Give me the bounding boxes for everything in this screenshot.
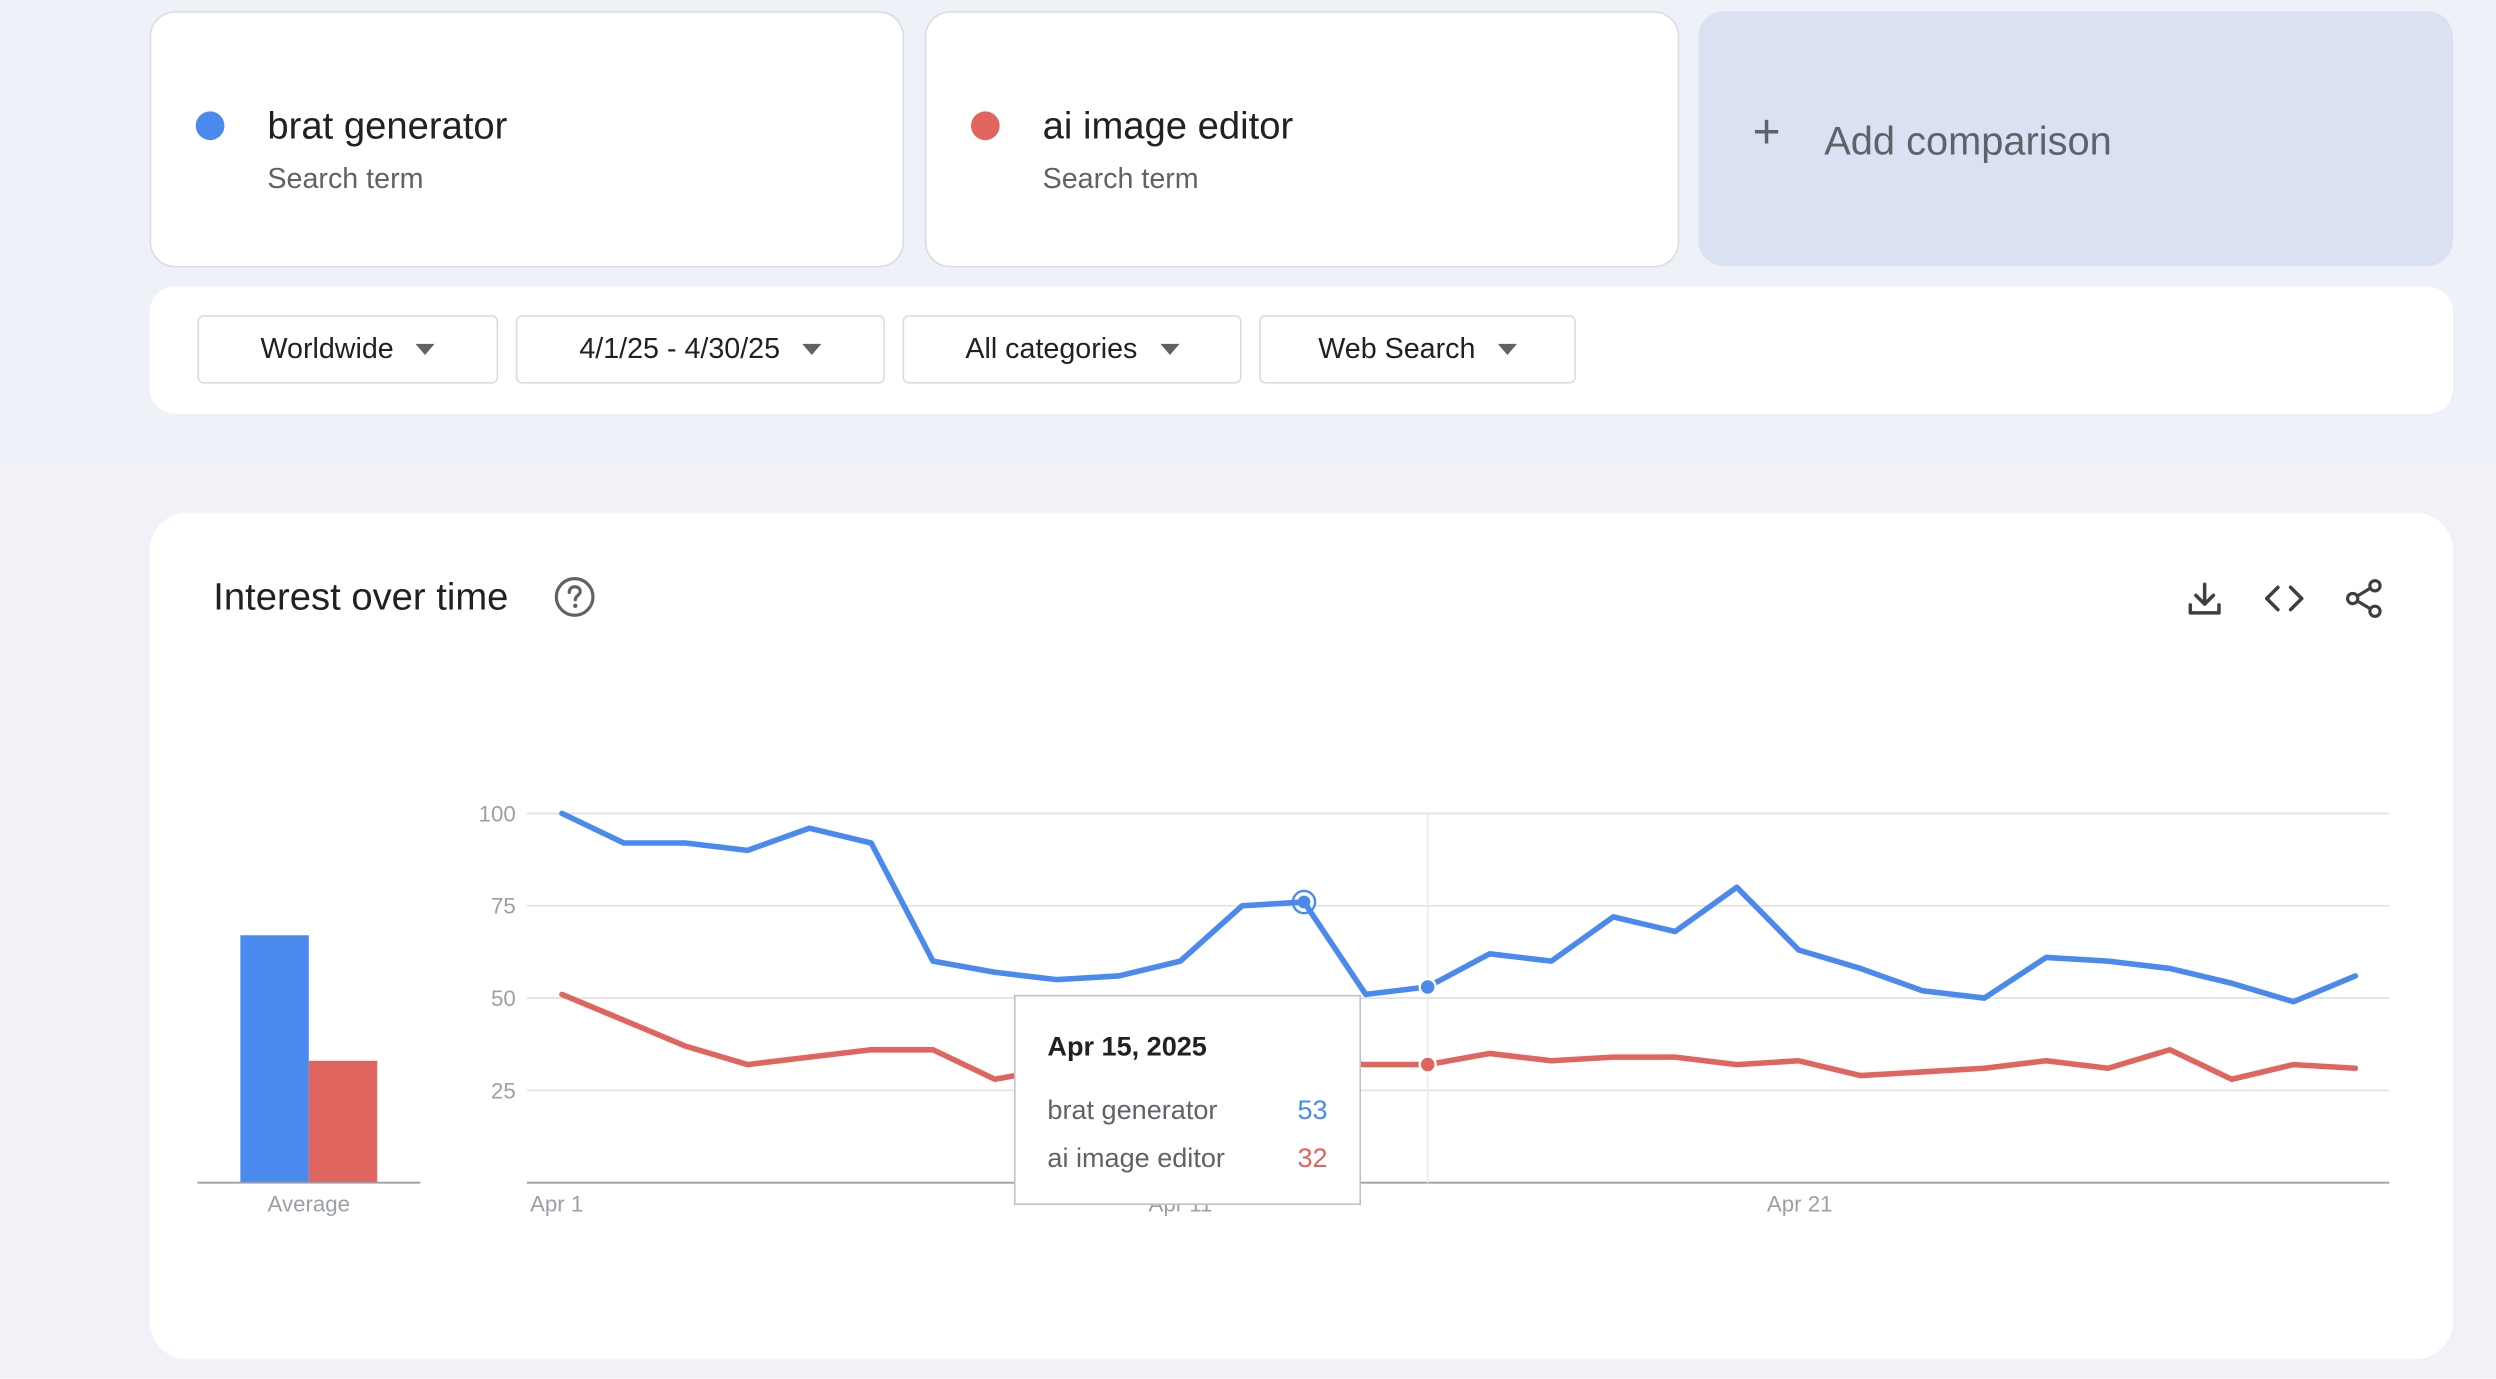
search-type-filter-dropdown[interactable]: Web Search [1259,315,1576,384]
y-tick-label: 75 [491,894,516,919]
line-chart: 100755025Apr 1Apr 11Apr 21Average [197,801,2390,1216]
filter-bar: Worldwide 4/1/25 - 4/30/25 All categorie… [149,286,2453,414]
series-line-brat-generator [559,810,2359,1005]
x-tick-label: Apr 21 [1767,1191,1833,1216]
category-filter-dropdown[interactable]: All categories [902,315,1242,384]
y-tick-label: 25 [491,1078,516,1103]
category-filter-label: All categories [965,332,1138,365]
term-color-dot [970,111,1000,141]
term-name[interactable]: brat generator [267,105,507,150]
add-comparison-label: Add comparison [1824,119,2112,164]
caret-down-icon [416,343,436,355]
data-point [1297,895,1311,909]
term-card-brat-generator[interactable]: brat generator Search term [149,11,905,268]
region-filter-label: Worldwide [260,332,394,365]
hover-point [1418,977,1437,997]
caret-down-icon [1159,343,1179,355]
interest-over-time-card: Interest over time 100755025Apr 1Apr 11A… [149,512,2453,1360]
date-range-filter-label: 4/1/25 - 4/30/25 [579,332,781,365]
average-bar [308,1060,378,1183]
average-label: Average [268,1191,351,1216]
tooltip-series-name: brat generator [1047,1095,1218,1126]
y-tick-label: 50 [491,986,516,1011]
date-range-filter-dropdown[interactable]: 4/1/25 - 4/30/25 [515,315,886,384]
caret-down-icon [802,343,822,355]
trends-page: brat generator Search term ai image edit… [0,0,2496,1379]
y-tick-label: 100 [479,801,516,826]
term-name[interactable]: ai image editor [1043,105,1294,150]
tooltip-series-value: 32 [1297,1142,1328,1174]
term-subtitle: Search term [267,162,424,195]
add-comparison-button[interactable]: + Add comparison [1698,11,2453,266]
term-color-dot [195,111,225,141]
tooltip-date: Apr 15, 2025 [1047,1031,1207,1062]
term-subtitle: Search term [1042,162,1199,195]
hover-point [1418,1055,1437,1074]
region-filter-dropdown[interactable]: Worldwide [197,315,499,384]
tooltip-series-value: 53 [1297,1095,1328,1126]
average-bar [240,935,309,1183]
caret-down-icon [1497,343,1517,355]
term-card-ai-image-editor[interactable]: ai image editor Search term [924,11,1680,268]
tooltip-series-name: ai image editor [1047,1142,1225,1174]
search-type-filter-label: Web Search [1318,332,1476,365]
chart-tooltip: Apr 15, 2025 brat generator 53 ai image … [1013,994,1361,1205]
x-tick-label: Apr 1 [530,1191,583,1216]
series-line-ai-image-editor [559,991,2359,1083]
plus-icon: + [1752,106,1781,160]
